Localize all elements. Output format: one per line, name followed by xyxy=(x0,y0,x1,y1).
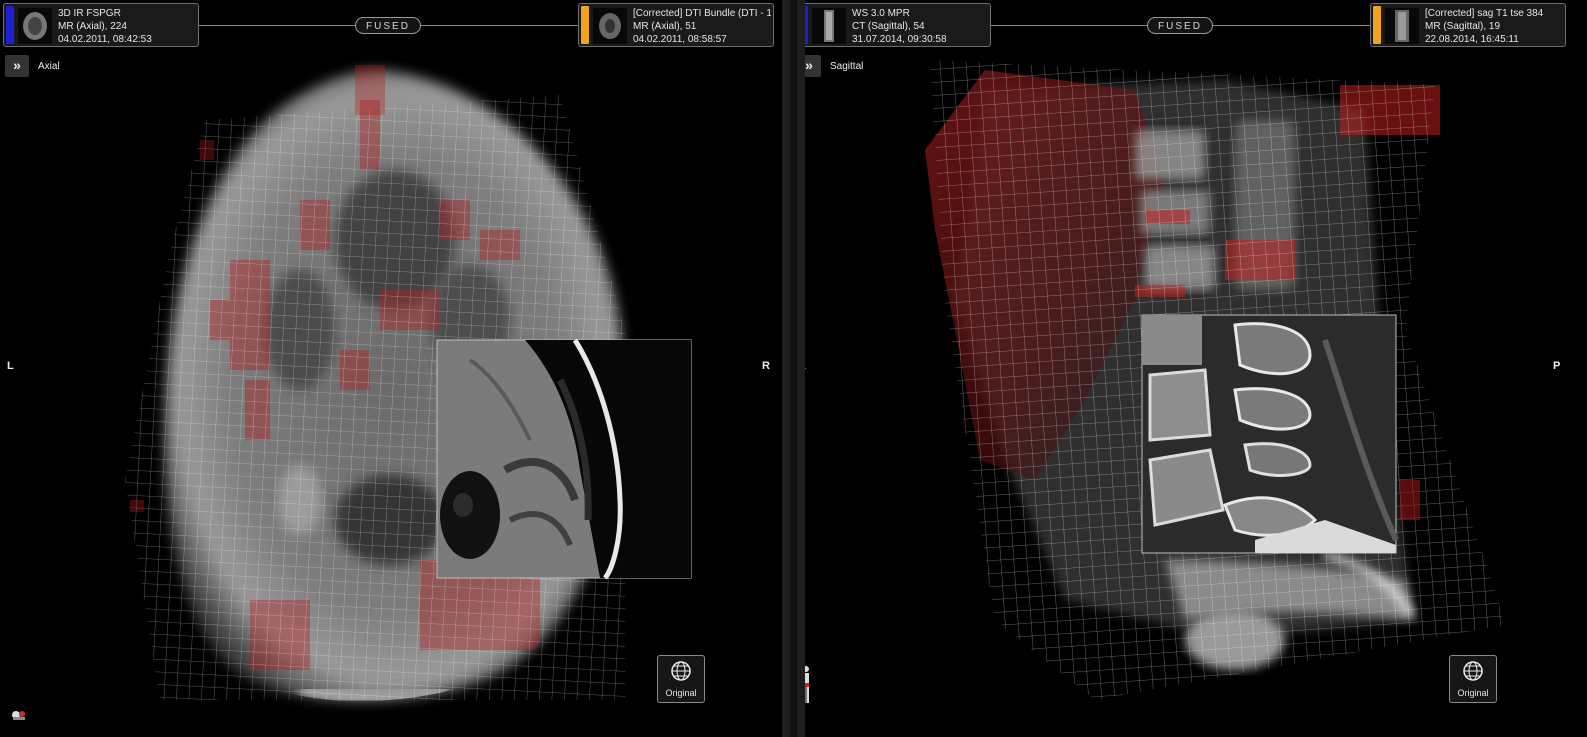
series-modality: MR (Axial), 224 xyxy=(58,21,127,32)
expand-button[interactable]: » xyxy=(805,55,821,77)
series-datetime: 31.07.2014, 09:30:58 xyxy=(852,34,947,45)
moving-series-color-bar xyxy=(581,6,589,44)
globe-grid-icon xyxy=(1463,661,1483,681)
moving-series-color-bar xyxy=(1373,6,1381,44)
series-name: 3D IR FSPGR xyxy=(58,8,121,19)
series-modality: MR (Sagittal), 19 xyxy=(1425,21,1501,32)
sagittal-spine-scene[interactable] xyxy=(805,0,1587,737)
series-thumbnail xyxy=(18,8,52,44)
series-name: [Corrected] DTI Bundle (DTI - 12... xyxy=(633,8,771,19)
original-inset-left xyxy=(436,338,692,580)
series-datetime: 04.02.2011, 08:58:57 xyxy=(633,34,727,45)
fused-badge[interactable]: FUSED xyxy=(1147,17,1213,34)
left-side-label: A xyxy=(805,360,806,372)
fixed-series-color-bar xyxy=(805,6,808,44)
fixed-series-card-left[interactable]: 3D IR FSPGR MR (Axial), 224 04.02.2011, … xyxy=(3,3,199,47)
globe-grid-icon xyxy=(671,661,691,681)
moving-series-card-left[interactable]: [Corrected] DTI Bundle (DTI - 12... MR (… xyxy=(578,3,774,47)
orientation-label: Axial xyxy=(38,61,60,72)
left-side-label: L xyxy=(7,360,14,372)
series-name: WS 3.0 MPR xyxy=(852,8,910,19)
right-side-label: P xyxy=(1553,360,1561,372)
body-figure-icon xyxy=(805,665,813,705)
fixed-series-color-bar xyxy=(6,6,14,44)
original-button-left[interactable]: Original xyxy=(657,655,705,703)
original-button-right[interactable]: Original xyxy=(1449,655,1497,703)
left-viewport[interactable]: 3D IR FSPGR MR (Axial), 224 04.02.2011, … xyxy=(0,0,782,737)
series-datetime: 22.08.2014, 16:45:11 xyxy=(1425,34,1519,45)
series-thumbnail xyxy=(1385,8,1419,44)
original-inset-right xyxy=(1141,314,1399,554)
series-datetime: 04.02.2011, 08:42:53 xyxy=(58,34,152,45)
expand-button[interactable]: » xyxy=(5,55,29,77)
orientation-cube-icon xyxy=(10,707,28,721)
series-modality: MR (Axial), 51 xyxy=(633,21,697,32)
series-thumbnail xyxy=(593,8,627,44)
right-viewport[interactable]: WS 3.0 MPR CT (Sagittal), 54 31.07.2014,… xyxy=(805,0,1587,737)
original-button-label: Original xyxy=(665,688,697,698)
original-button-label: Original xyxy=(1457,688,1489,698)
right-side-label: R xyxy=(762,360,770,372)
orientation-label: Sagittal xyxy=(830,61,864,72)
series-thumbnail xyxy=(812,8,846,44)
moving-series-card-right[interactable]: [Corrected] sag T1 tse 384 MR (Sagittal)… xyxy=(1370,3,1566,47)
fused-badge[interactable]: FUSED xyxy=(355,17,421,34)
viewport-divider[interactable] xyxy=(782,0,805,737)
series-modality: CT (Sagittal), 54 xyxy=(852,21,925,32)
double-chevron-right-icon: » xyxy=(805,57,813,73)
double-chevron-right-icon: » xyxy=(13,57,21,73)
axial-brain-scene[interactable] xyxy=(0,0,782,737)
series-name: [Corrected] sag T1 tse 384 xyxy=(1425,8,1544,19)
fixed-series-card-right[interactable]: WS 3.0 MPR CT (Sagittal), 54 31.07.2014,… xyxy=(805,3,991,47)
